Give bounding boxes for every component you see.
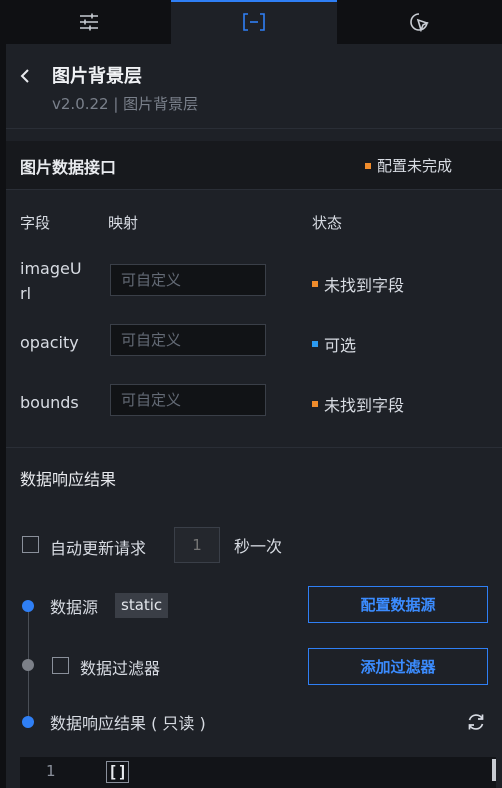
mapping-input-imageurl[interactable]	[110, 264, 266, 296]
field-name-imageurl: imageU rl	[20, 256, 82, 306]
response-code-viewer[interactable]: 1 []	[20, 757, 496, 788]
response-section-title: 数据响应结果	[20, 470, 117, 489]
timeline-dot-icon	[22, 716, 34, 728]
sliders-icon	[79, 13, 98, 31]
tab-style[interactable]	[6, 0, 171, 44]
filter-label: 数据过滤器	[80, 659, 161, 678]
auto-update-label: 自动更新请求	[50, 539, 147, 558]
field-status-imageurl: 未找到字段	[312, 272, 404, 296]
interaction-cursor-icon	[410, 13, 430, 32]
timeline-dot-icon	[22, 600, 34, 612]
code-content: []	[106, 761, 130, 783]
field-status-text: 可选	[324, 336, 357, 355]
field-name-line1: imageU	[20, 259, 82, 278]
column-header-status: 状态	[312, 214, 343, 232]
configure-datasource-button[interactable]: 配置数据源	[308, 586, 488, 623]
mapping-input-bounds[interactable]	[110, 384, 266, 416]
info-dot-icon	[312, 341, 318, 347]
warning-dot-icon	[364, 162, 371, 169]
code-scrollbar[interactable]	[492, 759, 496, 781]
code-line-number: 1	[46, 762, 56, 780]
section-divider	[6, 447, 502, 448]
field-status-text: 未找到字段	[324, 396, 405, 415]
warning-dot-icon	[312, 281, 318, 287]
tab-interaction[interactable]	[337, 0, 502, 44]
version-subtitle: v2.0.22 | 图片背景层	[52, 95, 199, 113]
data-interface-header: 图片数据接口 配置未完成	[6, 141, 502, 190]
field-name-bounds: bounds	[20, 393, 79, 412]
mapping-input-opacity[interactable]	[110, 324, 266, 356]
column-header-mapping: 映射	[108, 214, 139, 232]
tab-data[interactable]	[171, 0, 337, 44]
config-status: 配置未完成	[364, 155, 452, 176]
panel-tabs	[6, 0, 502, 44]
datasource-label: 数据源	[50, 598, 99, 617]
refresh-icon[interactable]	[466, 712, 486, 732]
field-status-bounds: 未找到字段	[312, 392, 404, 416]
update-interval-input[interactable]	[174, 527, 220, 563]
config-panel: 图片背景层 v2.0.22 | 图片背景层 图片数据接口 配置未完成 字段 映射…	[6, 0, 502, 788]
datasource-type-tag: static	[115, 593, 169, 618]
auto-update-checkbox[interactable]	[22, 536, 39, 553]
back-arrow-icon[interactable]	[20, 68, 30, 84]
interval-unit-label: 秒一次	[234, 537, 283, 556]
field-status-opacity: 可选	[312, 332, 356, 356]
page-title: 图片背景层	[52, 66, 142, 87]
column-header-field: 字段	[20, 214, 51, 232]
data-interface-title: 图片数据接口	[20, 158, 117, 177]
data-bracket-icon	[243, 13, 265, 31]
field-name-opacity: opacity	[20, 333, 79, 352]
result-label: 数据响应结果 ( 只读 )	[50, 714, 206, 733]
add-filter-button[interactable]: 添加过滤器	[308, 648, 488, 685]
warning-dot-icon	[312, 401, 318, 407]
field-name-line2: rl	[20, 284, 32, 303]
timeline-dot-icon	[22, 659, 34, 671]
field-status-text: 未找到字段	[324, 276, 405, 295]
filter-checkbox[interactable]	[52, 657, 69, 674]
config-status-text: 配置未完成	[376, 157, 452, 175]
